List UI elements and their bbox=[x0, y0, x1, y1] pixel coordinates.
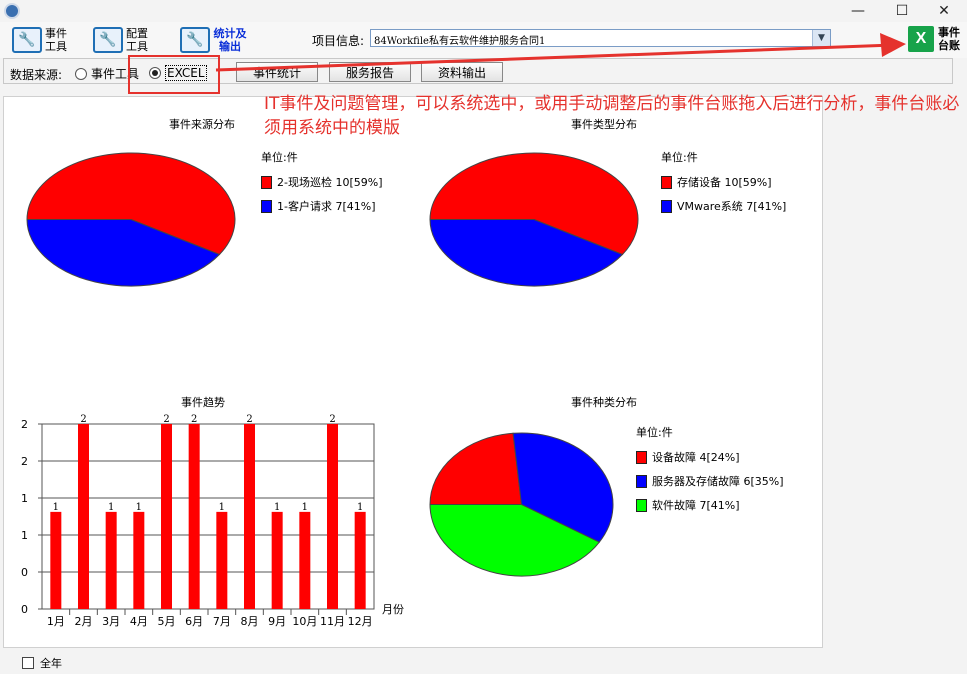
app-window: — ☐ ✕ 🔧 事件 工具 🔧 配置 工具 🔧 统计及 输出 项目信息: 84W… bbox=[0, 0, 967, 674]
checkbox-box bbox=[22, 657, 34, 669]
annotation-arrow-icon bbox=[215, 33, 906, 72]
all-year-checkbox[interactable]: 全年 bbox=[22, 655, 62, 671]
all-year-label: 全年 bbox=[40, 657, 62, 670]
